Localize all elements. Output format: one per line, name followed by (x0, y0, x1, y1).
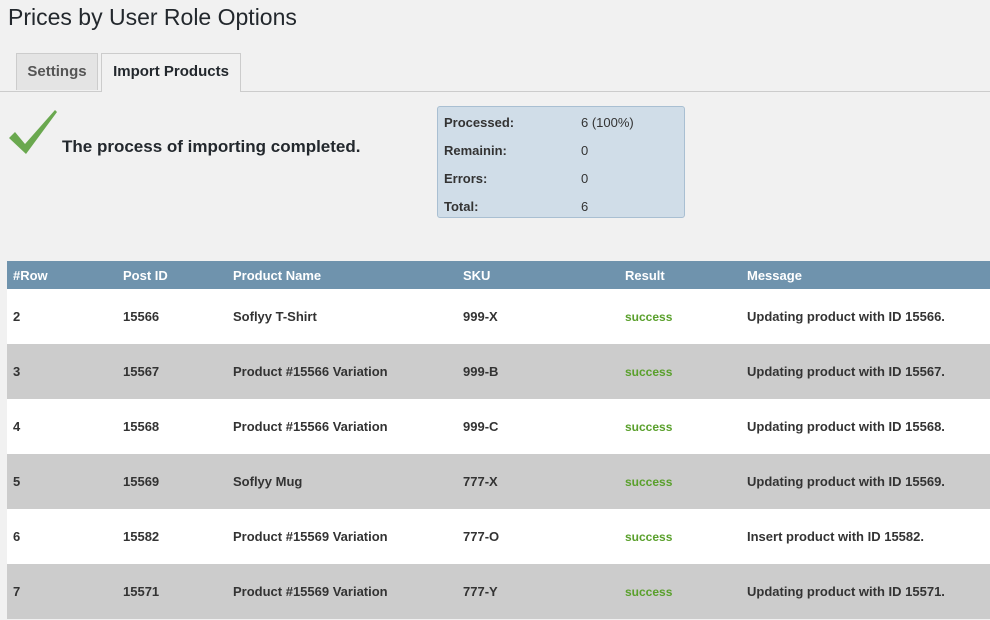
cell-post-id: 15568 (117, 399, 227, 454)
stat-errors-value: 0 (581, 171, 589, 186)
table-row: 4 15568 Product #15566 Variation 999-C s… (7, 399, 990, 454)
table-row: 7 15571 Product #15569 Variation 777-Y s… (7, 564, 990, 619)
cell-sku: 999-X (457, 289, 619, 344)
column-header-post-id: Post ID (117, 261, 227, 289)
status-message: The process of importing completed. (62, 137, 361, 156)
cell-row: 2 (7, 289, 117, 344)
cell-message: Updating product with ID 15568. (741, 399, 990, 454)
cell-post-id: 15567 (117, 344, 227, 399)
stat-processed-label: Processed: (444, 115, 515, 130)
table-row: 2 15566 Soflyy T-Shirt 999-X success Upd… (7, 289, 990, 344)
table-header-row: #Row Post ID Product Name SKU Result Mes… (7, 261, 990, 289)
cell-sku: 777-X (457, 454, 619, 509)
tab-bar: Settings Import Products (0, 53, 990, 92)
cell-message: Updating product with ID 15567. (741, 344, 990, 399)
cell-message: Updating product with ID 15569. (741, 454, 990, 509)
cell-product-name: Soflyy T-Shirt (227, 289, 457, 344)
cell-sku: 777-Y (457, 564, 619, 619)
cell-row: 7 (7, 564, 117, 619)
cell-sku: 777-O (457, 509, 619, 564)
cell-post-id: 15566 (117, 289, 227, 344)
column-header-product-name: Product Name (227, 261, 457, 289)
table-row: 3 15567 Product #15566 Variation 999-B s… (7, 344, 990, 399)
cell-product-name: Product #15569 Variation (227, 509, 457, 564)
column-header-result: Result (619, 261, 741, 289)
cell-product-name: Product #15569 Variation (227, 564, 457, 619)
cell-sku: 999-B (457, 344, 619, 399)
table-row: 5 15569 Soflyy Mug 777-X success Updatin… (7, 454, 990, 509)
checkmark-icon (9, 110, 57, 154)
stat-total-label: Total: (444, 199, 479, 214)
column-header-message: Message (741, 261, 990, 289)
table-row: 6 15582 Product #15569 Variation 777-O s… (7, 509, 990, 564)
import-stats-box: Processed: 6 (100%) Remainin: 0 Errors: … (437, 106, 685, 218)
cell-result: success (619, 344, 741, 399)
cell-post-id: 15582 (117, 509, 227, 564)
cell-row: 6 (7, 509, 117, 564)
cell-post-id: 15569 (117, 454, 227, 509)
cell-message: Updating product with ID 15566. (741, 289, 990, 344)
cell-row: 3 (7, 344, 117, 399)
cell-product-name: Product #15566 Variation (227, 399, 457, 454)
cell-message: Insert product with ID 15582. (741, 509, 990, 564)
cell-result: success (619, 289, 741, 344)
column-header-sku: SKU (457, 261, 619, 289)
tab-settings[interactable]: Settings (16, 53, 98, 90)
cell-product-name: Soflyy Mug (227, 454, 457, 509)
stat-errors-label: Errors: (444, 171, 488, 186)
cell-result: success (619, 454, 741, 509)
tab-import-products[interactable]: Import Products (101, 53, 241, 92)
stat-remaining-label: Remainin: (444, 143, 507, 158)
cell-post-id: 15571 (117, 564, 227, 619)
stat-remaining-value: 0 (581, 143, 589, 158)
stat-total-value: 6 (581, 199, 589, 214)
cell-product-name: Product #15566 Variation (227, 344, 457, 399)
page-title: Prices by User Role Options (8, 4, 297, 30)
cell-row: 4 (7, 399, 117, 454)
cell-sku: 999-C (457, 399, 619, 454)
cell-row: 5 (7, 454, 117, 509)
cell-message: Updating product with ID 15571. (741, 564, 990, 619)
column-header-row: #Row (7, 261, 117, 289)
cell-result: success (619, 509, 741, 564)
import-results-table: #Row Post ID Product Name SKU Result Mes… (7, 261, 990, 619)
cell-result: success (619, 564, 741, 619)
stat-processed-value: 6 (100%) (581, 115, 634, 130)
cell-result: success (619, 399, 741, 454)
